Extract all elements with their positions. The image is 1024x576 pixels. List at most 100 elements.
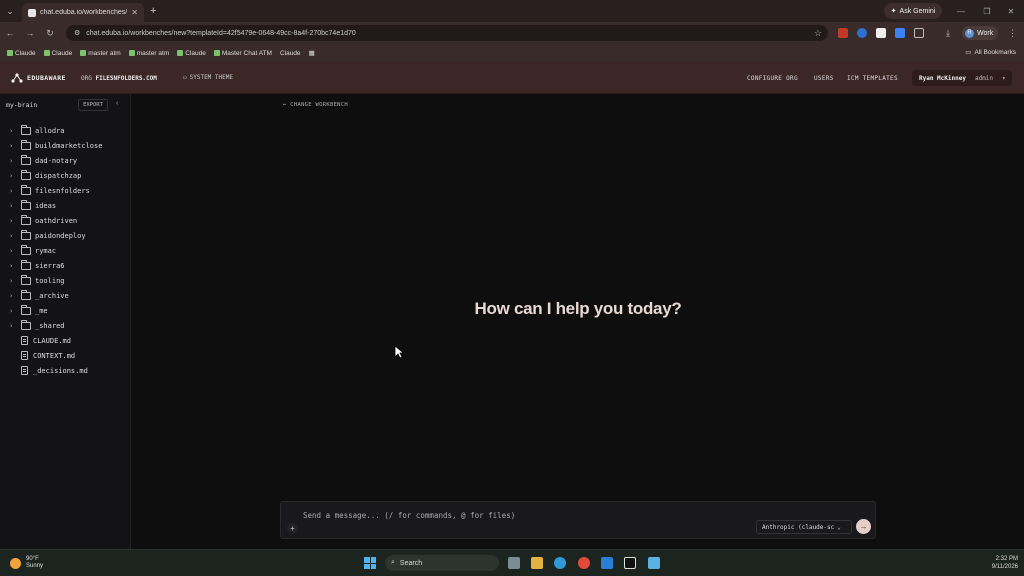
chrome-icon[interactable] xyxy=(578,557,590,569)
folder-label: paidondeploy xyxy=(35,231,86,240)
all-bookmarks-button[interactable]: ▭ All Bookmarks xyxy=(965,48,1016,57)
org-selector[interactable]: ORG FILESNFOLDERS.COM xyxy=(81,75,157,82)
folder-icon xyxy=(21,289,31,300)
tree-folder-item[interactable]: › allodra xyxy=(0,123,130,138)
tree-folder-item[interactable]: › sierra6 xyxy=(0,258,130,273)
model-selector[interactable]: Anthropic (claude-sc ⌄ xyxy=(756,520,852,534)
chevron-right-icon[interactable]: › xyxy=(9,157,21,165)
greeting-heading: How can I help you today? xyxy=(474,299,682,318)
maximize-icon[interactable]: ❐ xyxy=(974,0,1000,22)
chevron-right-icon[interactable]: › xyxy=(9,172,21,180)
send-button[interactable]: → xyxy=(856,519,871,534)
tree-folder-item[interactable]: › paidondeploy xyxy=(0,228,130,243)
bookmark-item[interactable]: Claude xyxy=(177,50,206,57)
site-info-icon[interactable]: ⚙ xyxy=(74,29,80,37)
icm-templates-link[interactable]: ICM TEMPLATES xyxy=(847,75,898,82)
weather-widget[interactable]: 90°F Sunny xyxy=(10,556,43,570)
chevron-down-icon: ⌄ xyxy=(837,523,841,531)
attach-plus-icon[interactable]: + xyxy=(287,523,298,534)
tree-folder-item[interactable]: › tooling xyxy=(0,273,130,288)
browser-menu-icon[interactable]: ⋮ xyxy=(1008,28,1018,38)
chevron-right-icon[interactable]: › xyxy=(9,322,21,330)
chevron-right-icon[interactable]: › xyxy=(9,127,21,135)
chevron-right-icon[interactable]: › xyxy=(9,292,21,300)
extension-icon[interactable] xyxy=(857,28,867,38)
tree-file-item[interactable]: CONTEXT.md xyxy=(0,348,130,363)
windows-start-icon[interactable] xyxy=(364,557,376,569)
tree-folder-item[interactable]: › filesnfolders xyxy=(0,183,130,198)
minimize-icon[interactable]: — xyxy=(948,0,974,22)
apps-grid-icon[interactable]: ▦ xyxy=(309,49,315,57)
close-window-icon[interactable]: ✕ xyxy=(998,0,1024,22)
tree-folder-item[interactable]: › _me xyxy=(0,303,130,318)
extensions-puzzle-icon[interactable] xyxy=(914,28,924,38)
chevron-right-icon[interactable]: › xyxy=(9,247,21,255)
file-icon xyxy=(21,351,28,360)
bookmark-item[interactable]: master atm xyxy=(128,50,169,57)
users-link[interactable]: USERS xyxy=(814,75,834,82)
tree-folder-item[interactable]: › ideas xyxy=(0,198,130,213)
brand-logo[interactable]: EDUBAWARE xyxy=(11,73,66,83)
system-clock[interactable]: 2:32 PM 9/11/2026 xyxy=(992,555,1018,571)
tree-file-item[interactable]: _decisions.md xyxy=(0,363,130,378)
bookmark-star-icon[interactable]: ☆ xyxy=(814,28,822,39)
tree-file-item[interactable]: CLAUDE.md xyxy=(0,333,130,348)
org-name: FILESNFOLDERS.COM xyxy=(95,75,157,82)
terminal-icon[interactable] xyxy=(624,557,636,569)
bookmark-favicon-icon xyxy=(177,50,184,56)
download-icon[interactable]: ⤓ xyxy=(943,28,953,38)
tab-search-icon[interactable]: ⌄ xyxy=(0,0,20,22)
chevron-right-icon[interactable]: › xyxy=(9,187,21,195)
tree-folder-item[interactable]: › _shared xyxy=(0,318,130,333)
tree-folder-item[interactable]: › _archive xyxy=(0,288,130,303)
extension-icon[interactable] xyxy=(876,28,886,38)
back-icon[interactable]: ← xyxy=(0,28,20,38)
folder-label: _archive xyxy=(35,291,69,300)
bookmark-item[interactable]: Claude xyxy=(43,50,72,57)
new-tab-icon[interactable]: + xyxy=(150,5,156,17)
file-label: _decisions.md xyxy=(33,366,88,375)
edge-icon[interactable] xyxy=(554,557,566,569)
forward-icon[interactable]: → xyxy=(20,28,40,38)
chevron-right-icon[interactable]: › xyxy=(9,142,21,150)
tree-folder-item[interactable]: › dad-notary xyxy=(0,153,130,168)
chevron-right-icon[interactable]: › xyxy=(9,307,21,315)
profile-button[interactable]: R Work xyxy=(962,26,998,40)
close-tab-icon[interactable]: ✕ xyxy=(131,8,138,17)
tree-folder-item[interactable]: › buildmarketclose xyxy=(0,138,130,153)
extension-icon[interactable] xyxy=(838,28,848,38)
ask-gemini-button[interactable]: ✦ Ask Gemini xyxy=(884,3,942,19)
change-workbench-link[interactable]: ← CHANGE WORKBENCH xyxy=(283,102,348,108)
chevron-right-icon[interactable]: › xyxy=(9,262,21,270)
tree-folder-item[interactable]: › oathdriven xyxy=(0,213,130,228)
task-view-icon[interactable] xyxy=(508,557,520,569)
bookmark-item[interactable]: Claude xyxy=(280,50,301,57)
configure-org-link[interactable]: CONFIGURE ORG xyxy=(747,75,798,82)
bookmark-item[interactable]: Claude xyxy=(7,50,36,57)
folder-label: allodra xyxy=(35,126,65,135)
reload-icon[interactable]: ↻ xyxy=(40,28,60,39)
export-button[interactable]: EXPORT xyxy=(78,99,108,111)
user-menu-button[interactable]: Ryan McKinney admin ▾ xyxy=(912,70,1012,86)
vscode-icon[interactable] xyxy=(601,557,613,569)
message-input[interactable] xyxy=(303,509,743,521)
taskbar-search[interactable]: ⌕ Search xyxy=(385,555,499,571)
folder-icon xyxy=(21,139,31,150)
collapse-sidebar-icon[interactable]: ‹ xyxy=(116,100,118,107)
extension-icon[interactable] xyxy=(895,28,905,38)
notepad-icon[interactable] xyxy=(648,557,660,569)
profile-label: Work xyxy=(977,29,994,37)
chevron-right-icon[interactable]: › xyxy=(9,232,21,240)
tree-folder-item[interactable]: › dispatchzap xyxy=(0,168,130,183)
file-explorer-icon[interactable] xyxy=(531,557,543,569)
bookmark-item[interactable]: master atm xyxy=(80,50,121,57)
system-theme-toggle[interactable]: ▭ SYSTEM THEME xyxy=(183,74,233,81)
tree-folder-item[interactable]: › rymac xyxy=(0,243,130,258)
bookmark-item[interactable]: Master Chat ATM xyxy=(213,50,272,57)
workspace-title: my-brain xyxy=(6,101,38,109)
address-bar[interactable]: ⚙ chat.eduba.io/workbenches/new?template… xyxy=(66,25,828,41)
browser-tab[interactable]: chat.eduba.io/workbenches/ne ✕ xyxy=(22,3,144,22)
chevron-right-icon[interactable]: › xyxy=(9,277,21,285)
chevron-right-icon[interactable]: › xyxy=(9,217,21,225)
chevron-right-icon[interactable]: › xyxy=(9,202,21,210)
